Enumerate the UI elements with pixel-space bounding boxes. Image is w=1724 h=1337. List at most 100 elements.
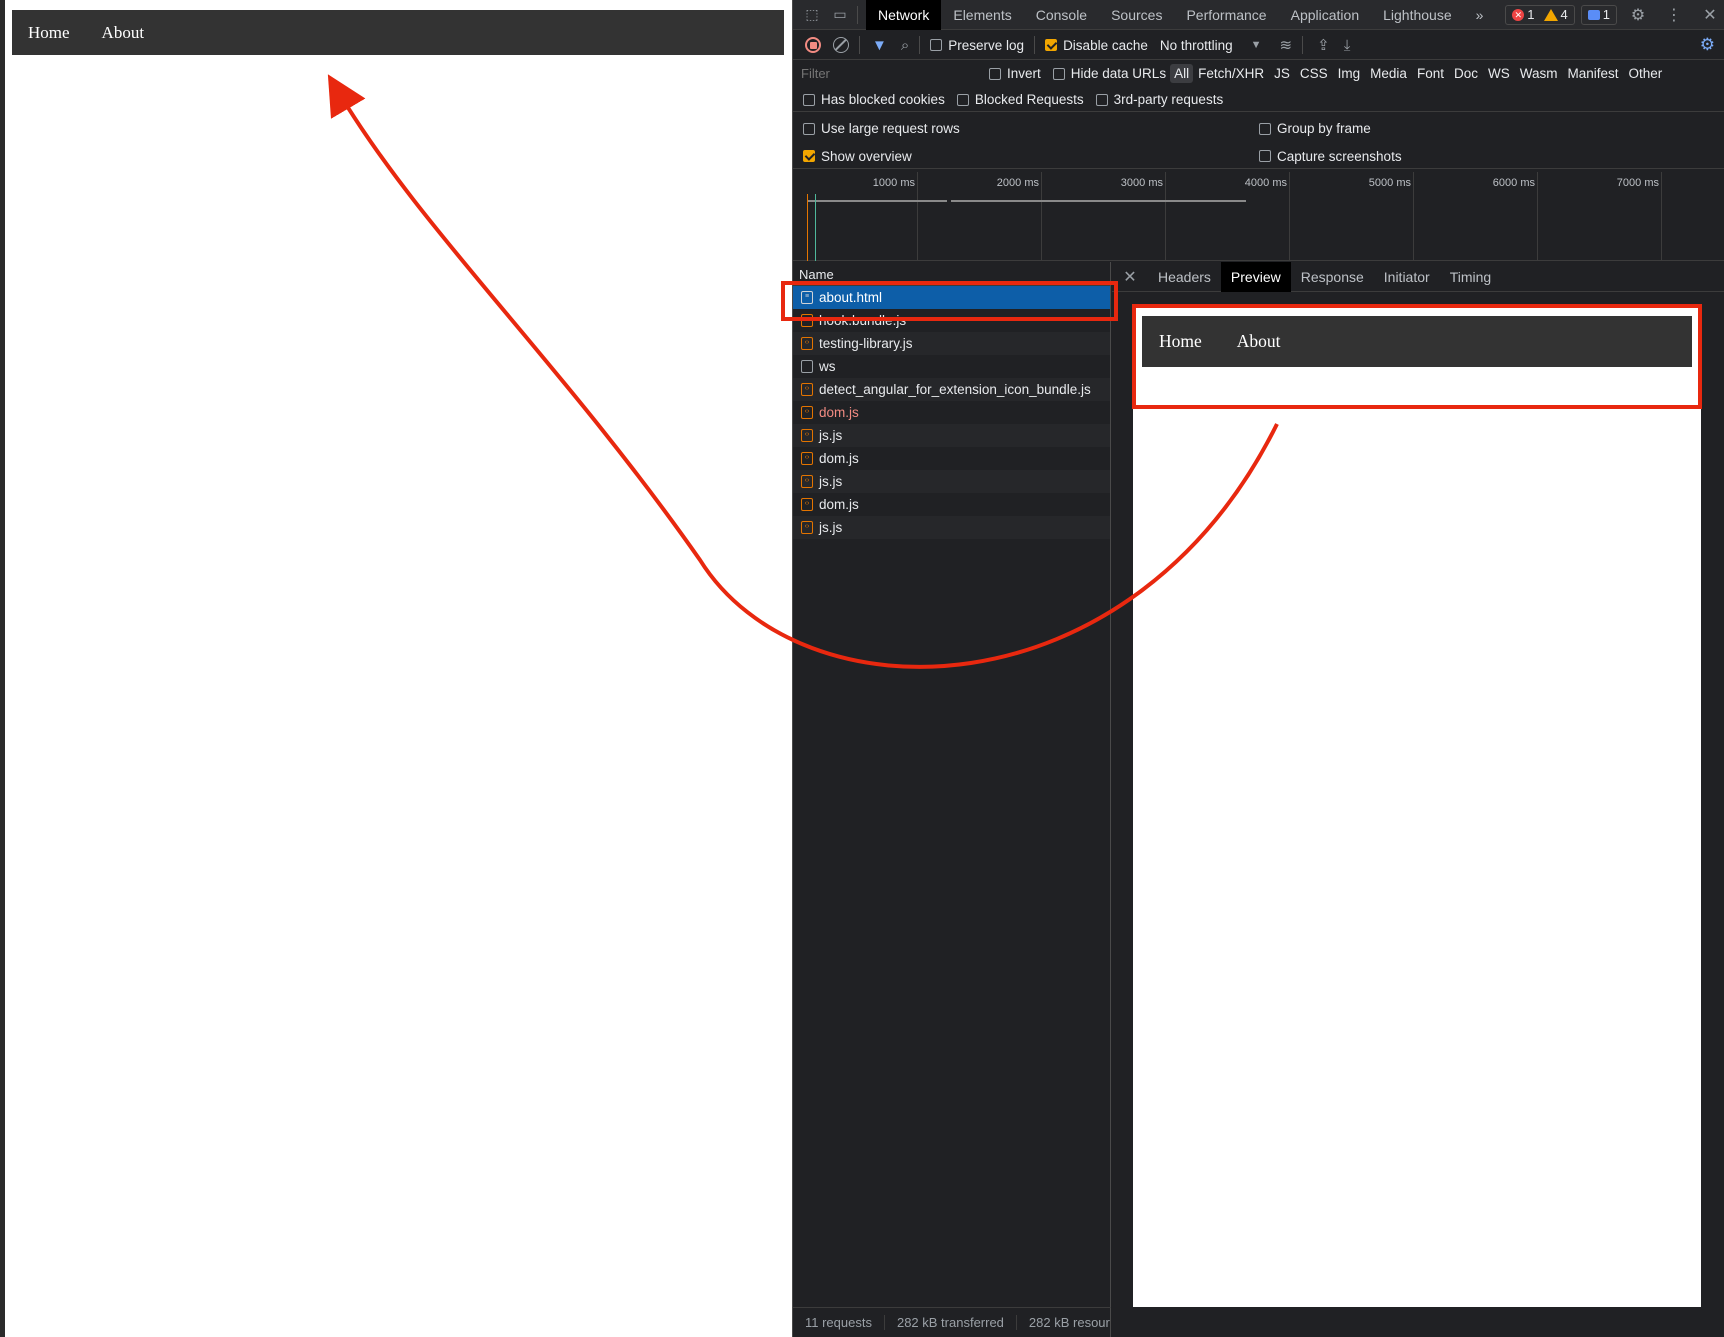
blocked-requests-checkbox[interactable]: Blocked Requests <box>956 92 1084 107</box>
nav-link-home[interactable]: Home <box>28 23 70 43</box>
devtools-tab-bar: ⬚ ▭ Network Elements Console Sources Per… <box>793 0 1724 30</box>
script-file-icon: ‹› <box>801 383 813 396</box>
preview-nav-home: Home <box>1159 331 1202 351</box>
preview-site-nav: Home About <box>1142 316 1692 367</box>
request-row[interactable]: ‹› testing-library.js <box>793 332 1110 355</box>
tab-response[interactable]: Response <box>1291 262 1374 292</box>
request-row[interactable]: ≡ about.html <box>793 286 1110 309</box>
request-row[interactable]: ‹› js.js <box>793 516 1110 539</box>
network-overview-timeline[interactable]: 1000 ms 2000 ms 3000 ms 4000 ms 5000 ms … <box>793 172 1724 261</box>
nav-link-about[interactable]: About <box>102 23 145 43</box>
record-stop-icon[interactable] <box>805 37 821 53</box>
request-name: js.js <box>819 520 843 535</box>
error-icon: ✕ <box>1512 8 1525 21</box>
script-file-icon: ‹› <box>801 452 813 465</box>
has-blocked-cookies-checkbox[interactable]: Has blocked cookies <box>803 92 945 107</box>
filter-type-manifest[interactable]: Manifest <box>1562 66 1623 81</box>
request-name: js.js <box>819 474 843 489</box>
filter-type-doc[interactable]: Doc <box>1449 66 1483 81</box>
request-row[interactable]: ‹› dom.js <box>793 447 1110 470</box>
tab-sources[interactable]: Sources <box>1099 0 1174 30</box>
window-edge <box>0 0 5 1337</box>
filter-type-other[interactable]: Other <box>1624 66 1668 81</box>
request-row[interactable]: ‹› detect_angular_for_extension_icon_bund… <box>793 378 1110 401</box>
search-icon[interactable]: ⌕ <box>901 37 909 54</box>
overview-tick: 1000 ms <box>873 172 918 261</box>
request-row[interactable]: ‹› dom.js <box>793 493 1110 516</box>
close-icon[interactable]: ✕ <box>1695 5 1724 25</box>
show-overview-checkbox[interactable]: Show overview <box>803 149 1259 164</box>
websocket-icon <box>801 360 813 373</box>
request-filter-checkboxes: Has blocked cookies Blocked Requests 3rd… <box>793 88 1724 112</box>
disable-cache-checkbox[interactable]: Disable cache <box>1045 38 1148 53</box>
network-settings-row-2: Show overview Capture screenshots <box>793 144 1724 169</box>
request-count: 11 requests <box>793 1315 885 1330</box>
device-toolbar-icon[interactable]: ▭ <box>831 6 849 24</box>
request-row[interactable]: ‹› js.js <box>793 470 1110 493</box>
site-nav: Home About <box>12 10 784 55</box>
tab-timing[interactable]: Timing <box>1440 262 1502 292</box>
download-har-icon[interactable]: ⤓ <box>1344 37 1351 54</box>
third-party-requests-checkbox[interactable]: 3rd-party requests <box>1095 92 1223 107</box>
filter-type-js[interactable]: JS <box>1269 66 1295 81</box>
tab-performance[interactable]: Performance <box>1174 0 1278 30</box>
filter-type-wasm[interactable]: Wasm <box>1515 66 1563 81</box>
script-file-icon: ‹› <box>801 337 813 350</box>
load-marker <box>815 194 816 261</box>
timeline-bar <box>807 200 947 202</box>
tab-initiator[interactable]: Initiator <box>1374 262 1440 292</box>
large-request-rows-checkbox[interactable]: Use large request rows <box>803 121 1259 136</box>
tab-console[interactable]: Console <box>1024 0 1099 30</box>
overview-tick: 3000 ms <box>1121 172 1166 261</box>
kebab-menu-icon[interactable]: ⋮ <box>1659 5 1689 25</box>
tab-preview[interactable]: Preview <box>1220 261 1291 292</box>
upload-har-icon[interactable]: ⇪ <box>1317 36 1330 54</box>
tab-application[interactable]: Application <box>1279 0 1372 30</box>
hide-data-urls-checkbox[interactable]: Hide data URLs <box>1052 66 1166 81</box>
request-row[interactable]: ‹› js.js <box>793 424 1110 447</box>
filter-input[interactable] <box>799 63 977 84</box>
network-conditions-icon[interactable]: ≋ <box>1280 36 1293 54</box>
script-file-icon: ‹› <box>801 498 813 511</box>
clear-icon[interactable] <box>833 37 849 53</box>
filter-type-img[interactable]: Img <box>1333 66 1366 81</box>
inspect-element-icon[interactable]: ⬚ <box>803 6 821 24</box>
tab-elements[interactable]: Elements <box>941 0 1023 30</box>
filter-funnel-icon[interactable]: ▼ <box>872 37 887 54</box>
request-list: Name ≡ about.html ‹› hook.bundle.js ‹› testin… <box>793 262 1111 1307</box>
request-name: ws <box>819 359 836 374</box>
filter-type-media[interactable]: Media <box>1365 66 1412 81</box>
throttling-select[interactable]: No throttling <box>1160 38 1233 53</box>
error-badge[interactable]: ✕ 1 4 <box>1505 4 1575 25</box>
capture-screenshots-checkbox[interactable]: Capture screenshots <box>1259 149 1402 164</box>
name-column-header[interactable]: Name <box>793 262 1110 286</box>
dom-content-loaded-marker <box>807 194 808 261</box>
network-settings-gear-icon[interactable]: ⚙ <box>1700 35 1715 55</box>
close-detail-icon[interactable]: ✕ <box>1112 267 1148 287</box>
preserve-log-checkbox[interactable]: Preserve log <box>930 38 1024 53</box>
script-file-icon: ‹› <box>801 314 813 327</box>
tab-lighthouse[interactable]: Lighthouse <box>1371 0 1464 30</box>
tab-headers[interactable]: Headers <box>1148 262 1221 292</box>
overview-tick: 7000 ms <box>1617 172 1662 261</box>
request-name: dom.js <box>819 405 859 420</box>
chevron-down-icon[interactable]: ▼ <box>1251 39 1262 51</box>
request-row[interactable]: ‹› dom.js <box>793 401 1110 424</box>
filter-type-font[interactable]: Font <box>1412 66 1449 81</box>
filter-type-css[interactable]: CSS <box>1295 66 1333 81</box>
message-icon <box>1587 9 1600 20</box>
filter-type-fetch-xhr[interactable]: Fetch/XHR <box>1193 66 1269 81</box>
chevron-double-right-icon[interactable]: » <box>1464 0 1496 30</box>
script-file-icon: ‹› <box>801 406 813 419</box>
filter-type-ws[interactable]: WS <box>1483 66 1515 81</box>
tab-network[interactable]: Network <box>866 0 942 30</box>
request-row[interactable]: ws <box>793 355 1110 378</box>
request-row[interactable]: ‹› hook.bundle.js <box>793 309 1110 332</box>
invert-checkbox[interactable]: Invert <box>989 66 1041 81</box>
group-by-frame-checkbox[interactable]: Group by frame <box>1259 121 1371 136</box>
filter-type-all[interactable]: All <box>1170 64 1194 83</box>
message-badge[interactable]: 1 <box>1580 4 1617 25</box>
request-name: detect_angular_for_extension_icon_bundle… <box>819 382 1091 397</box>
gear-icon[interactable]: ⚙ <box>1623 5 1653 25</box>
devtools-panel: ⬚ ▭ Network Elements Console Sources Per… <box>792 0 1724 1337</box>
